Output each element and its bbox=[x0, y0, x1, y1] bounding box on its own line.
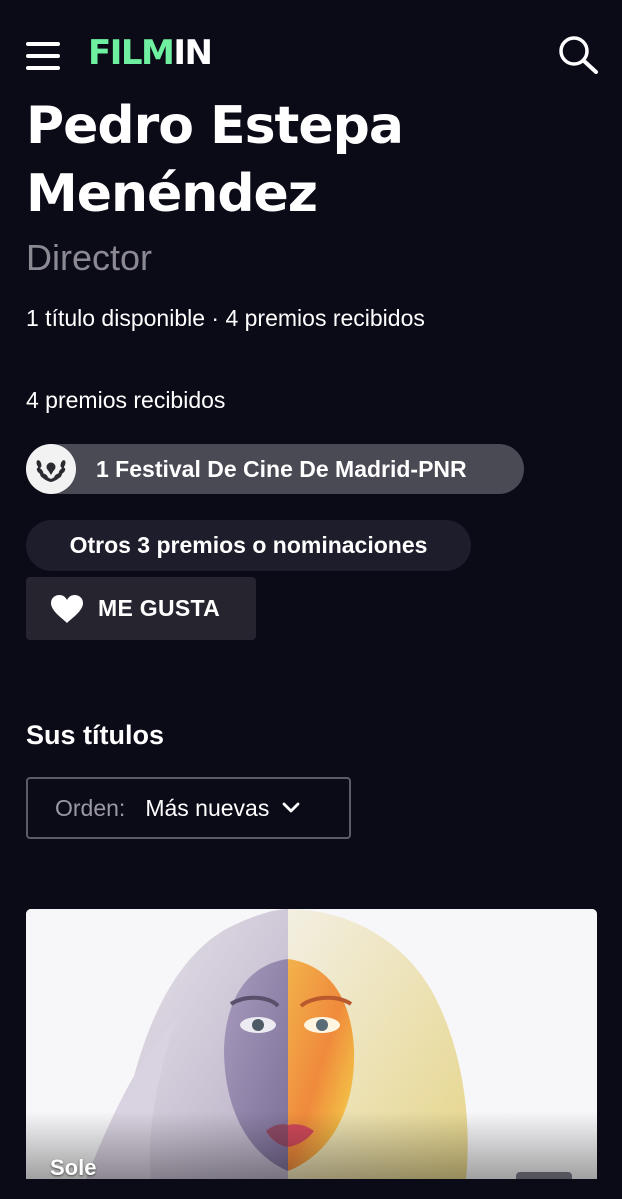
order-value: Más nuevas bbox=[145, 794, 270, 821]
order-label: Orden: bbox=[55, 794, 126, 821]
hamburger-menu-icon[interactable] bbox=[26, 42, 62, 70]
like-label: ME GUSTA bbox=[98, 595, 221, 621]
heart-icon bbox=[50, 594, 84, 624]
person-name: Pedro Estepa Menéndez bbox=[26, 96, 404, 224]
laurel-icon bbox=[26, 444, 76, 494]
top-bar: FILMIN bbox=[0, 0, 622, 100]
bottom-edge bbox=[0, 1179, 622, 1199]
award-pill-festival-madrid[interactable]: 1 Festival De Cine De Madrid-PNR bbox=[26, 444, 524, 494]
order-dropdown[interactable]: Orden: Más nuevas bbox=[26, 777, 351, 839]
search-icon[interactable] bbox=[556, 34, 600, 74]
awards-heading: 4 premios recibidos bbox=[26, 387, 226, 413]
award-label: 1 Festival De Cine De Madrid-PNR bbox=[96, 455, 467, 482]
other-awards-button[interactable]: Otros 3 premios o nominaciones bbox=[26, 520, 471, 571]
person-role: Director bbox=[26, 237, 153, 278]
title-card[interactable]: Sole bbox=[26, 909, 597, 1179]
filmin-logo[interactable]: FILMIN bbox=[88, 33, 213, 73]
chevron-down-icon bbox=[281, 801, 301, 815]
titles-heading: Sus títulos bbox=[26, 720, 165, 750]
logo-part-film: FILM bbox=[88, 33, 175, 73]
person-stats: 1 título disponible · 4 premios recibido… bbox=[26, 305, 425, 331]
title-poster-image bbox=[26, 909, 597, 1179]
card-action-tab[interactable] bbox=[516, 1172, 572, 1179]
like-button[interactable]: ME GUSTA bbox=[26, 577, 256, 640]
logo-part-in: IN bbox=[173, 33, 213, 73]
title-card-label: Sole bbox=[50, 1155, 97, 1179]
person-page: FILMIN Pedro Estepa Menéndez Director 1 … bbox=[0, 0, 622, 1199]
